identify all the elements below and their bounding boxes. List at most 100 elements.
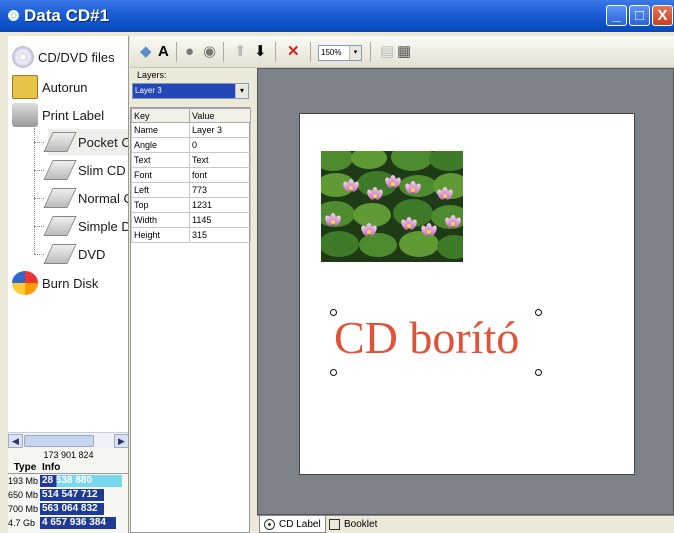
title-bar: Data CD#1 _ □ X xyxy=(0,0,674,32)
property-value[interactable]: font xyxy=(189,167,251,183)
template-label: DVD xyxy=(78,246,106,262)
grid-row[interactable]: Width 1145 xyxy=(131,212,251,228)
send-backward-icon[interactable]: ⬇ xyxy=(254,44,267,60)
toolbar-separator xyxy=(176,42,177,62)
capacity-row: 193 Mb 28 538 880 xyxy=(8,474,128,488)
bring-forward-icon[interactable]: ⬆ xyxy=(234,44,247,60)
resize-handle-bottom-right[interactable] xyxy=(535,369,542,376)
scroll-right-icon[interactable]: ▶ xyxy=(114,434,128,448)
minimize-button[interactable]: _ xyxy=(606,5,627,26)
toolbar-separator xyxy=(310,42,311,62)
disc-type: 4.7 Gb xyxy=(8,518,36,528)
property-key: Text xyxy=(131,152,190,168)
resize-handle-top-right[interactable] xyxy=(535,309,542,316)
design-canvas[interactable]: CD borító xyxy=(257,68,674,515)
sidebar-scrollbar[interactable]: ◀ ▶ xyxy=(8,432,128,448)
property-key: Angle xyxy=(131,137,190,153)
cd-icon xyxy=(264,518,275,530)
tab-cd-label[interactable]: CD Label xyxy=(259,516,326,533)
select-tool-icon[interactable]: ◆ xyxy=(140,44,152,60)
chevron-down-icon: ▾ xyxy=(349,46,361,60)
label-template-pocket[interactable]: Pocket C xyxy=(43,129,129,155)
template-label: Pocket C xyxy=(78,134,129,150)
tree-connector xyxy=(34,128,35,254)
label-template-simple-dvd[interactable]: Simple D xyxy=(43,213,128,239)
grid-row[interactable]: Text Text xyxy=(131,152,251,168)
tree-connector xyxy=(34,226,44,227)
tab-booklet[interactable]: Booklet xyxy=(325,516,381,533)
grid-row[interactable]: Left 773 xyxy=(131,182,251,198)
cd-case-icon xyxy=(43,132,77,152)
print-icon[interactable]: ▦ xyxy=(397,44,411,60)
property-value[interactable]: Text xyxy=(189,152,251,168)
cd-case-icon xyxy=(43,160,77,180)
image-tool-icon[interactable]: ● xyxy=(185,44,194,60)
capacity-panel: 173 901 824 Type Info 193 Mb 28 538 880 … xyxy=(8,448,128,533)
selected-layer: Layer 3 xyxy=(135,86,162,95)
grid-row[interactable]: Angle 0 xyxy=(131,137,251,153)
maximize-button[interactable]: □ xyxy=(629,5,650,26)
resize-handle-bottom-left[interactable] xyxy=(330,369,337,376)
grid-row[interactable]: Name Layer 3 xyxy=(131,122,251,138)
tab-label: Booklet xyxy=(344,519,378,530)
dvd-case-icon xyxy=(43,244,77,264)
sidebar-item-label: CD/DVD files xyxy=(38,49,115,65)
property-value[interactable]: 0 xyxy=(189,137,251,153)
close-icon: X xyxy=(657,7,668,24)
copy-icon[interactable]: ▤ xyxy=(380,44,394,60)
scroll-thumb[interactable] xyxy=(24,435,94,447)
maximize-icon: □ xyxy=(634,7,645,24)
property-value[interactable]: 773 xyxy=(189,182,251,198)
label-page[interactable]: CD borító xyxy=(299,113,635,475)
tree-connector xyxy=(34,198,44,199)
property-value[interactable]: Layer 3 xyxy=(189,122,251,138)
property-key: Left xyxy=(131,182,190,198)
capacity-header: Type Info xyxy=(8,462,128,474)
booklet-icon xyxy=(329,519,340,530)
shape-tool-icon[interactable]: ◉ xyxy=(203,44,216,60)
sidebar-item-label: Print Label xyxy=(42,107,105,123)
info-header: Info xyxy=(42,462,61,473)
sidebar-item-cd-dvd-files[interactable]: CD/DVD files xyxy=(12,44,115,70)
grid-row[interactable]: Top 1231 xyxy=(131,197,251,213)
text-tool-button[interactable]: A xyxy=(158,44,169,60)
total-size: 173 901 824 xyxy=(43,450,94,460)
property-value[interactable]: 1231 xyxy=(189,197,251,213)
property-key: Font xyxy=(131,167,190,183)
property-value[interactable]: 315 xyxy=(189,227,251,243)
sidebar-item-print-label[interactable]: Print Label xyxy=(12,102,104,128)
delete-icon[interactable]: ✕ xyxy=(287,44,300,60)
grid-header-row: Key Value xyxy=(131,108,251,123)
sidebar-item-label: Burn Disk xyxy=(42,275,99,291)
property-value[interactable]: 1145 xyxy=(189,212,251,228)
autorun-icon xyxy=(12,75,38,99)
layer-select[interactable]: Layer 3 ▾ xyxy=(132,83,249,99)
label-template-normal-cd[interactable]: Normal C xyxy=(43,185,128,211)
property-key: Top xyxy=(131,197,190,213)
sidebar-item-autorun[interactable]: Autorun xyxy=(12,74,88,100)
grid-row[interactable]: Font font xyxy=(131,167,251,183)
toolbar-separator xyxy=(275,42,276,62)
disc-type: 650 Mb xyxy=(8,490,39,500)
minimize-icon: _ xyxy=(612,7,621,24)
close-button[interactable]: X xyxy=(652,5,673,26)
grid-row[interactable]: Height 315 xyxy=(131,227,251,243)
view-tabs: CD Label Booklet xyxy=(257,515,674,533)
tab-label: CD Label xyxy=(279,518,321,530)
cd-title-text[interactable]: CD borító xyxy=(334,310,519,366)
type-header: Type xyxy=(13,462,37,473)
zoom-select[interactable]: 150% ▾ xyxy=(318,45,362,61)
printer-icon xyxy=(12,103,38,127)
water-lily-image[interactable] xyxy=(321,151,463,262)
properties-grid: Key Value Name Layer 3 Angle 0 Text Text Fo… xyxy=(130,107,251,533)
sidebar-item-burn-disk[interactable]: Burn Disk xyxy=(12,270,98,296)
label-template-dvd[interactable]: DVD xyxy=(43,241,106,267)
layers-label: Layers: xyxy=(137,70,167,80)
property-key: Width xyxy=(131,212,190,228)
property-key: Name xyxy=(131,122,190,138)
scroll-left-icon[interactable]: ◀ xyxy=(8,434,23,448)
capacity-row: 4.7 Gb 4 657 936 384 xyxy=(8,516,128,530)
label-template-slim-cd[interactable]: Slim CD xyxy=(43,157,126,183)
zoom-value: 150% xyxy=(321,48,342,57)
window-title: Data CD#1 xyxy=(24,6,110,25)
